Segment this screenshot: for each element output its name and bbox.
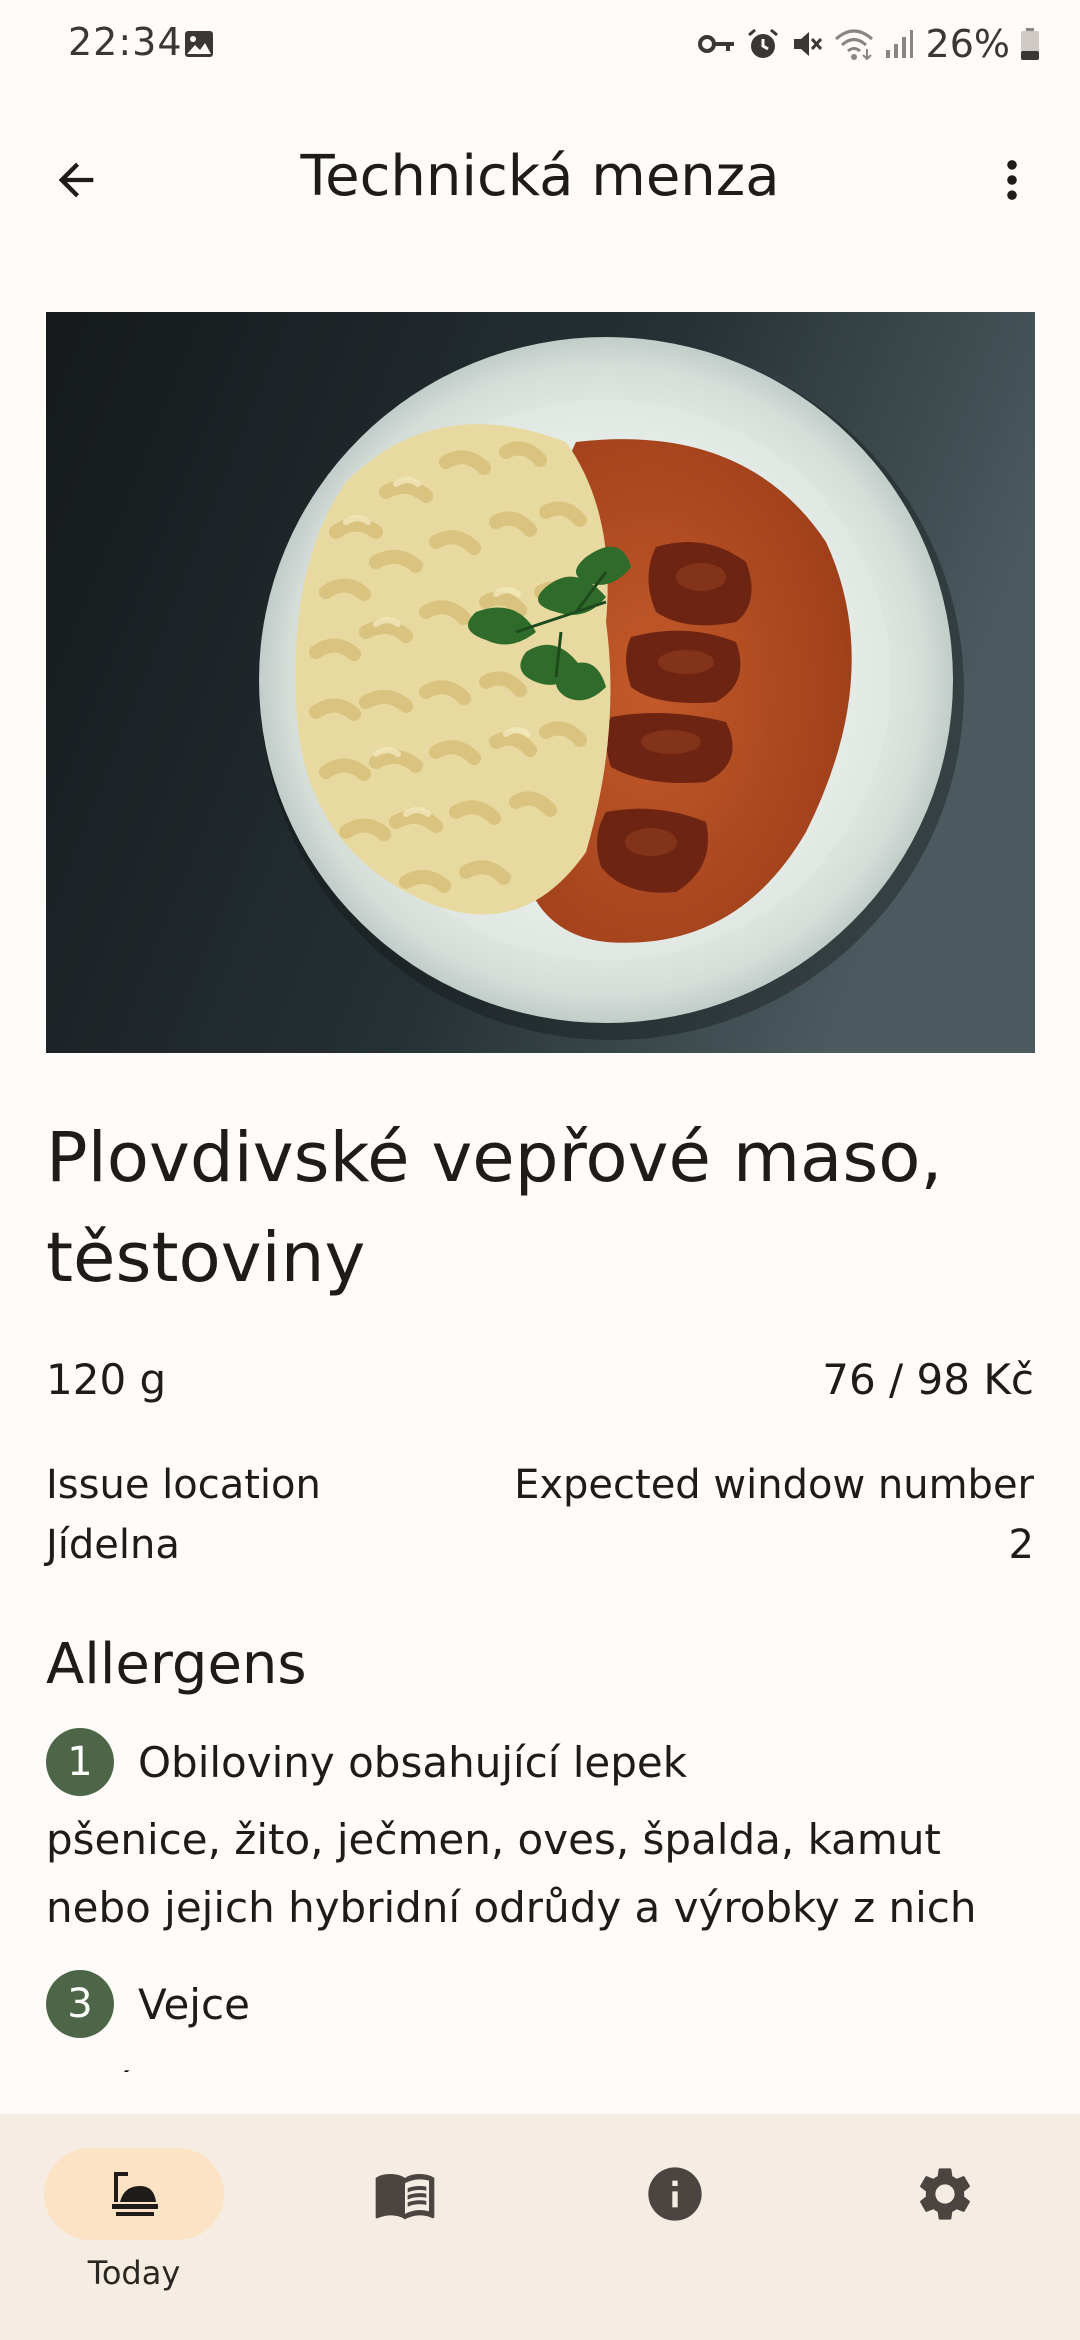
issue-location-label: Issue location	[46, 1462, 321, 1508]
wifi-icon	[834, 27, 874, 61]
mute-icon	[790, 27, 824, 61]
settings-gear-icon	[920, 2168, 970, 2220]
allergen-description-clipped: a výrobky z nich	[46, 2064, 1046, 2072]
location-values-row: Jídelna 2	[46, 1522, 1034, 1568]
app-bar: Technická menza	[0, 118, 1080, 238]
dish-weight: 120 g	[46, 1355, 167, 1404]
dining-table-icon	[112, 2172, 158, 2216]
window-number-value: 2	[1008, 1522, 1034, 1568]
more-options-button[interactable]	[972, 140, 1052, 220]
app-title: Technická menza	[300, 144, 780, 209]
gallery-icon	[184, 30, 214, 58]
screen: 22:34 26% Technická menza Plovdivské vep…	[0, 0, 1080, 2340]
dish-photo	[46, 312, 1035, 1053]
more-vert-icon	[1007, 160, 1017, 200]
nav-item-settings[interactable]	[855, 2148, 1035, 2240]
key-icon	[697, 33, 736, 55]
status-icons: 26%	[697, 18, 1040, 70]
bottom-navigation: Today	[0, 2114, 1080, 2340]
allergen-description: a výrobky z nich	[46, 2064, 1046, 2072]
nav-label-today: Today	[87, 2254, 181, 2292]
nav-active-indicator	[44, 2148, 224, 2240]
allergen-name: Obiloviny obsahující lepek	[138, 1737, 688, 1787]
nav-item-info[interactable]	[585, 2148, 765, 2240]
allergen-description: pšenice, žito, ječmen, oves, špalda, kam…	[46, 1815, 977, 1932]
allergen-item: 1 Obiloviny obsahující lepek	[46, 1728, 687, 1796]
weight-price-row: 120 g 76 / 98 Kč	[46, 1355, 1034, 1404]
dish-name: Plovdivské vepřové maso, těstoviny	[46, 1118, 943, 1298]
info-icon	[648, 2167, 702, 2221]
nav-icon-wrap	[585, 2148, 765, 2240]
battery-percentage: 26%	[925, 22, 1010, 66]
issue-location-value: Jídelna	[46, 1522, 180, 1568]
dish-price: 76 / 98 Kč	[822, 1355, 1034, 1404]
menu-book-icon	[375, 2174, 435, 2220]
allergen-number-badge: 3	[46, 1970, 114, 2038]
nav-item-today[interactable]: Today	[44, 2148, 224, 2292]
nav-item-menu[interactable]	[315, 2148, 495, 2240]
allergen-number-badge: 1	[46, 1728, 114, 1796]
allergen-item: 3 Vejce	[46, 1970, 250, 2038]
status-time: 22:34	[68, 20, 183, 64]
allergens-heading: Allergens	[46, 1632, 307, 1697]
allergen-name: Vejce	[138, 1979, 250, 2029]
alarm-icon	[746, 27, 780, 61]
window-number-label: Expected window number	[514, 1462, 1034, 1508]
location-labels-row: Issue location Expected window number	[46, 1462, 1034, 1508]
nav-icon-wrap	[855, 2148, 1035, 2240]
signal-icon	[884, 28, 914, 60]
battery-icon	[1020, 27, 1040, 61]
status-bar: 22:34 26%	[0, 0, 1080, 90]
nav-icon-wrap	[315, 2148, 495, 2240]
